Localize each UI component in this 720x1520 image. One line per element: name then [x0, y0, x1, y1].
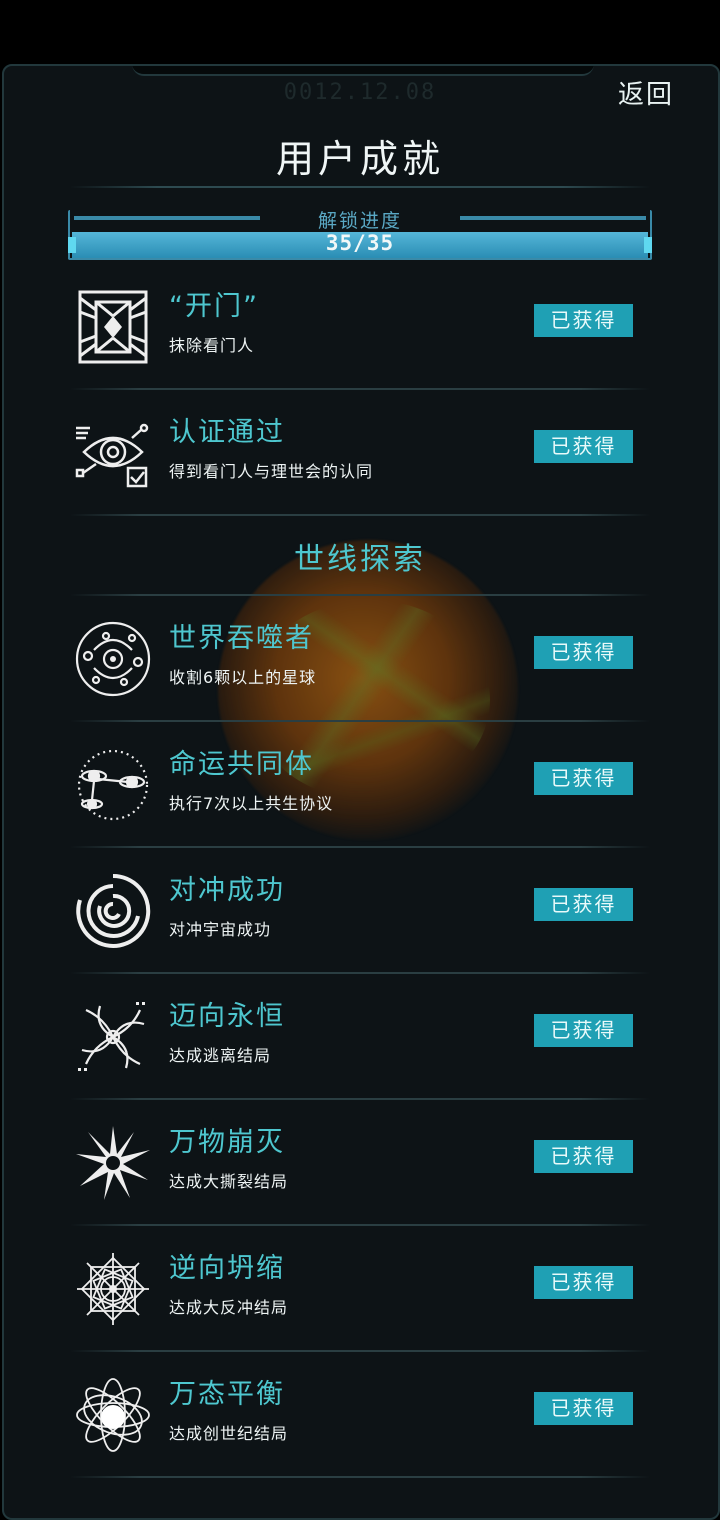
achievement-name: “开门”	[169, 291, 259, 322]
achievement-desc: 达成大撕裂结局	[169, 1172, 289, 1191]
achievement-desc: 达成逃离结局	[169, 1046, 272, 1065]
achievement-name: 认证通过	[169, 417, 285, 448]
obtained-badge: 已获得	[534, 1140, 633, 1173]
obtained-badge: 已获得	[534, 1266, 633, 1299]
achievement-item[interactable]: 逆向坍缩 达成大反冲结局 已获得	[70, 1226, 650, 1352]
page-title: 用户成就	[275, 137, 444, 181]
achievement-desc: 达成大反冲结局	[169, 1298, 289, 1317]
back-button[interactable]: 返回	[618, 74, 674, 111]
achievement-name: 世界吞噬者	[169, 623, 314, 654]
unlock-progress: 解锁进度 35/35	[68, 206, 652, 260]
achievement-name: 命运共同体	[169, 749, 314, 780]
section-title: 世线探索	[294, 542, 426, 577]
item-divider	[70, 1476, 650, 1478]
progress-count: 35/35	[325, 231, 395, 255]
obtained-badge: 已获得	[534, 304, 633, 337]
obtained-badge: 已获得	[534, 430, 633, 463]
obtained-badge: 已获得	[534, 762, 633, 795]
achievement-desc: 对冲宇宙成功	[169, 920, 272, 939]
mandala-icon	[77, 1253, 149, 1325]
achievement-name: 万物崩灭	[169, 1127, 285, 1158]
achievement-desc: 得到看门人与理世会的认同	[169, 462, 374, 481]
date-readout: 0012.12.08	[283, 80, 437, 105]
achievement-item[interactable]: “开门” 抹除看门人 已获得	[70, 264, 650, 390]
achievement-item[interactable]: 万态平衡 达成创世纪结局 已获得	[70, 1352, 650, 1478]
atom-orbit-icon	[76, 1378, 150, 1452]
vortex-icon	[78, 1002, 145, 1071]
item-divider	[70, 514, 650, 516]
achievement-name: 对冲成功	[169, 875, 285, 906]
achievement-item[interactable]: 迈向永恒 达成逃离结局 已获得	[70, 974, 650, 1100]
title-divider	[70, 186, 650, 188]
achievement-name: 迈向永恒	[169, 1001, 285, 1032]
orbit-system-icon	[75, 621, 151, 697]
achievement-desc: 收割6颗以上的星球	[169, 668, 317, 687]
linked-planets-icon	[77, 749, 149, 821]
achievement-item[interactable]: 命运共同体 执行7次以上共生协议 已获得	[70, 722, 650, 848]
panel-notch	[132, 66, 594, 76]
swirl-icon	[76, 873, 151, 948]
obtained-badge: 已获得	[534, 1392, 633, 1425]
eye-check-icon	[75, 423, 149, 488]
achievement-item[interactable]: 认证通过 得到看门人与理世会的认同 已获得	[70, 390, 650, 516]
achievement-item[interactable]: 世界吞噬者 收割6颗以上的星球 已获得	[70, 596, 650, 722]
achievement-name: 万态平衡	[169, 1379, 285, 1410]
achievement-name: 逆向坍缩	[169, 1253, 285, 1284]
gate-icon	[78, 290, 148, 364]
achievement-desc: 抹除看门人	[169, 336, 255, 355]
achievement-desc: 执行7次以上共生协议	[169, 794, 334, 813]
burst-icon	[76, 1126, 150, 1200]
obtained-badge: 已获得	[534, 888, 633, 921]
obtained-badge: 已获得	[534, 636, 633, 669]
achievement-item[interactable]: 万物崩灭 达成大撕裂结局 已获得	[70, 1100, 650, 1226]
obtained-badge: 已获得	[534, 1014, 633, 1047]
achievement-desc: 达成创世纪结局	[169, 1424, 289, 1443]
achievement-item[interactable]: 对冲成功 对冲宇宙成功 已获得	[70, 848, 650, 974]
